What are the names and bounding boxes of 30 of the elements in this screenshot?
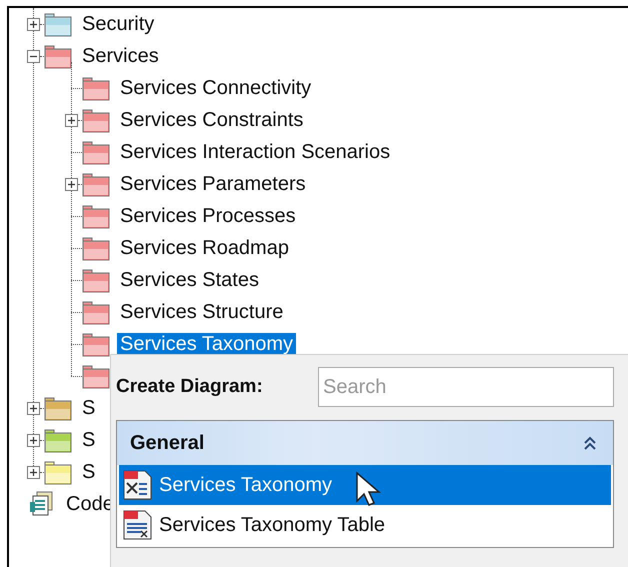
tree-item[interactable]: S <box>79 461 98 483</box>
group-title: General <box>130 432 204 454</box>
tree-item[interactable]: Services <box>79 45 162 67</box>
expand-toggle[interactable] <box>64 114 78 126</box>
tree-item[interactable]: Services Structure <box>117 301 286 323</box>
group-header[interactable]: General <box>117 421 613 465</box>
mouse-pointer-icon <box>355 471 381 507</box>
tree-item[interactable]: Services Taxonomy <box>117 333 296 355</box>
diagram-menu-item[interactable]: Services Taxonomy <box>119 465 611 505</box>
table-diagram-icon <box>121 509 153 541</box>
expand-toggle[interactable] <box>26 18 40 30</box>
expand-toggle[interactable] <box>64 178 78 190</box>
tree-item[interactable]: Services Processes <box>117 205 299 227</box>
tree-item[interactable]: Security <box>79 13 158 35</box>
search-field[interactable]: Search <box>318 367 614 407</box>
taxonomy-diagram-icon <box>121 469 153 501</box>
tree-item[interactable]: Services States <box>117 269 262 291</box>
tree-item[interactable]: S <box>79 397 98 419</box>
expand-toggle[interactable] <box>26 466 40 478</box>
tree-item[interactable]: Services Constraints <box>117 109 306 131</box>
tree-item[interactable]: Services Interaction Scenarios <box>117 141 394 163</box>
popup-title: Create Diagram: <box>116 376 263 398</box>
collapse-toggle[interactable] <box>26 50 40 62</box>
collapse-chevron-icon[interactable] <box>583 435 597 451</box>
tree-item[interactable]: S <box>79 429 98 451</box>
tree-item[interactable]: Services Roadmap <box>117 237 292 259</box>
expand-toggle[interactable] <box>26 402 40 414</box>
tree-item[interactable]: Services Connectivity <box>117 77 314 99</box>
expand-toggle[interactable] <box>26 434 40 446</box>
tree-item[interactable]: Services Parameters <box>117 173 309 195</box>
